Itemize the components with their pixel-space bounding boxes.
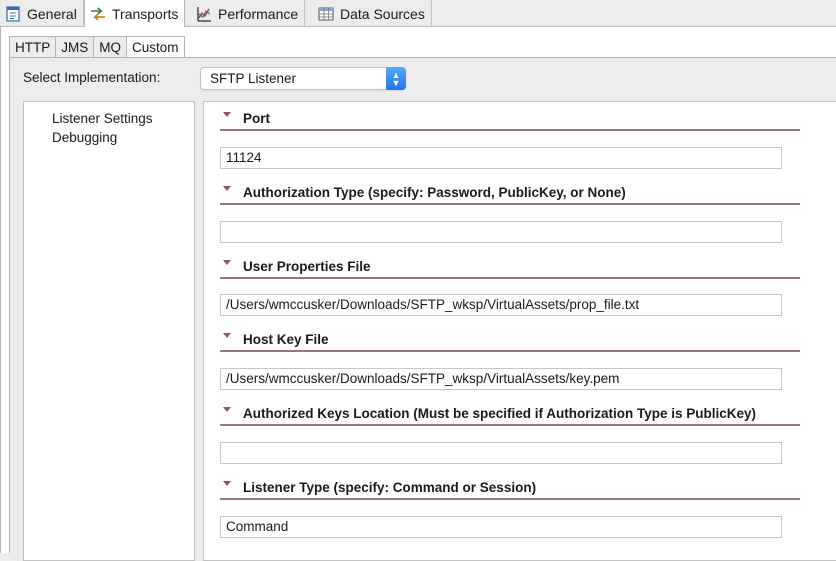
nav-item-listener-settings[interactable]: Listener Settings [52,111,153,126]
section-title: Listener Type (specify: Command or Sessi… [243,480,537,495]
tab-http[interactable]: HTTP [9,36,56,58]
listener-settings-form: Port 11124 Authorization Type (specify: … [203,101,836,561]
host-key-file-field[interactable]: /Users/wmccusker/Downloads/SFTP_wksp/Vir… [220,368,782,390]
section-authorized-keys-location: Authorized Keys Location (Must be specif… [220,404,800,426]
general-doc-icon [4,5,22,23]
section-header[interactable]: Listener Type (specify: Command or Sessi… [220,478,800,500]
user-properties-file-field[interactable]: /Users/wmccusker/Downloads/SFTP_wksp/Vir… [220,294,782,316]
transports-arrows-icon [89,5,107,23]
authorization-type-field[interactable] [220,221,782,243]
collapse-triangle-icon [223,260,231,265]
implementation-value: SFTP Listener [210,71,297,86]
collapse-triangle-icon [223,481,231,486]
tab-custom[interactable]: Custom [126,36,185,58]
section-header[interactable]: Authorization Type (specify: Password, P… [220,183,800,205]
collapse-triangle-icon [223,333,231,338]
port-field[interactable]: 11124 [220,147,782,169]
tab-performance-label: Performance [218,5,299,22]
settings-nav-list: Listener Settings Debugging [23,101,195,561]
collapse-triangle-icon [223,112,231,117]
tab-data-sources-label: Data Sources [340,5,425,22]
transport-sub-tabs: HTTP JMS MQ Custom [9,36,185,58]
section-title: Port [243,111,270,126]
collapse-triangle-icon [223,407,231,412]
chevron-up-down-icon: ▲ ▼ [386,67,406,90]
tab-data-sources[interactable]: Data Sources [313,0,432,27]
collapse-triangle-icon [223,186,231,191]
section-header[interactable]: Host Key File [220,330,800,352]
tab-mq[interactable]: MQ [93,36,126,58]
section-listener-type: Listener Type (specify: Command or Sessi… [220,478,800,500]
section-title: User Properties File [243,259,371,274]
listener-type-field[interactable]: Command [220,516,782,538]
nav-item-debugging[interactable]: Debugging [52,130,117,145]
section-header[interactable]: User Properties File [220,257,800,279]
custom-transport-panel: Select Implementation: SFTP Listener ▲ ▼ … [9,57,836,561]
section-header[interactable]: Authorized Keys Location (Must be specif… [220,404,800,426]
section-title: Authorization Type (specify: Password, P… [243,185,626,200]
implementation-label: Select Implementation: [23,70,161,85]
editor-tab-bar: General Transports Performance Data Sour… [0,0,836,28]
tab-transports-label: Transports [112,6,179,22]
section-user-properties-file: User Properties File [220,257,800,279]
section-host-key-file: Host Key File [220,330,800,352]
authorized-keys-location-field[interactable] [220,442,782,464]
tab-performance[interactable]: Performance [191,0,306,27]
section-header[interactable]: Port [220,109,800,131]
performance-chart-icon [195,5,213,23]
section-port: Port [220,109,800,131]
tab-general[interactable]: General [0,0,84,27]
section-authorization-type: Authorization Type (specify: Password, P… [220,183,800,205]
implementation-select[interactable]: SFTP Listener ▲ ▼ [200,67,406,90]
section-title: Authorized Keys Location (Must be specif… [243,406,757,421]
data-sources-table-icon [317,5,335,23]
section-title: Host Key File [243,332,329,347]
tab-transports[interactable]: Transports [84,0,186,28]
tab-general-label: General [27,5,77,22]
tab-jms[interactable]: JMS [55,36,94,58]
transports-panel: HTTP JMS MQ Custom Select Implementation… [0,27,836,561]
